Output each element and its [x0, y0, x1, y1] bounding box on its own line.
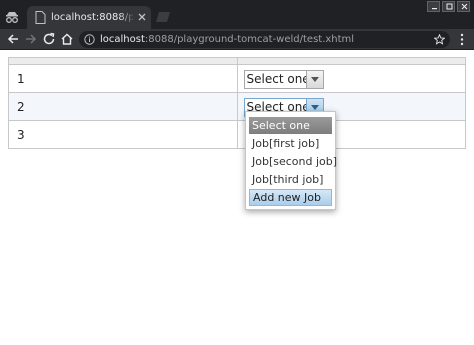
table-row: 2 Select one — [8, 92, 467, 121]
job-select[interactable]: Select one — [243, 70, 324, 89]
new-tab-button[interactable] — [153, 11, 173, 23]
forward-arrow-icon[interactable] — [24, 32, 38, 46]
page-favicon-icon — [35, 11, 46, 24]
reload-icon[interactable] — [42, 32, 56, 46]
bookmark-star-icon[interactable] — [434, 34, 445, 45]
chevron-down-icon — [310, 105, 319, 110]
dropdown-option-first-job[interactable]: Job[first job] — [249, 135, 332, 152]
info-icon[interactable] — [84, 34, 95, 45]
address-bar[interactable]: localhost:8088/playground-tomcat-weld/te… — [79, 31, 450, 48]
dropdown-option-second-job[interactable]: Job[second job] — [249, 153, 337, 170]
back-arrow-icon[interactable] — [6, 32, 20, 46]
maximize-button[interactable] — [442, 1, 455, 12]
incognito-icon — [6, 12, 18, 23]
table-header-row — [8, 57, 467, 65]
url-host: localhost — [100, 34, 145, 45]
browser-menu-icon[interactable] — [459, 33, 465, 46]
dropdown-option-third-job[interactable]: Job[third job] — [249, 171, 332, 188]
job-dropdown-panel: Select one Job[first job] Job[second job… — [245, 111, 337, 210]
row-select-cell: Select one — [236, 64, 467, 93]
home-icon[interactable] — [60, 32, 74, 46]
close-window-button[interactable] — [457, 1, 470, 12]
dropdown-option-select-one[interactable]: Select one — [249, 117, 332, 134]
page-viewport: 1 Select one 2 Select one 3 — [0, 51, 474, 345]
table-header-cell — [8, 57, 238, 65]
row-number: 1 — [8, 64, 238, 93]
table-row: 1 Select one — [8, 64, 467, 93]
chevron-down-icon — [310, 77, 319, 82]
table-row: 3 — [8, 120, 467, 149]
close-tab-icon[interactable] — [137, 12, 147, 22]
table-header-cell — [236, 57, 467, 65]
browser-tab[interactable]: localhost:8088/playground — [27, 6, 151, 29]
minimize-button[interactable] — [427, 1, 440, 12]
browser-titlebar: localhost:8088/playground — [0, 0, 474, 29]
browser-toolbar: localhost:8088/playground-tomcat-weld/te… — [0, 29, 474, 50]
job-select-toggle[interactable] — [306, 70, 324, 89]
tab-title-fade — [119, 10, 135, 26]
job-select-value[interactable]: Select one — [243, 70, 307, 89]
row-number: 3 — [8, 120, 238, 149]
url-path: :8088/playground-tomcat-weld/test.xhtml — [144, 34, 355, 45]
row-number: 2 — [8, 92, 238, 121]
url-text[interactable]: localhost:8088/playground-tomcat-weld/te… — [100, 32, 354, 47]
job-table: 1 Select one 2 Select one 3 — [8, 57, 467, 149]
dropdown-option-add-new-job[interactable]: Add new Job — [249, 189, 332, 206]
